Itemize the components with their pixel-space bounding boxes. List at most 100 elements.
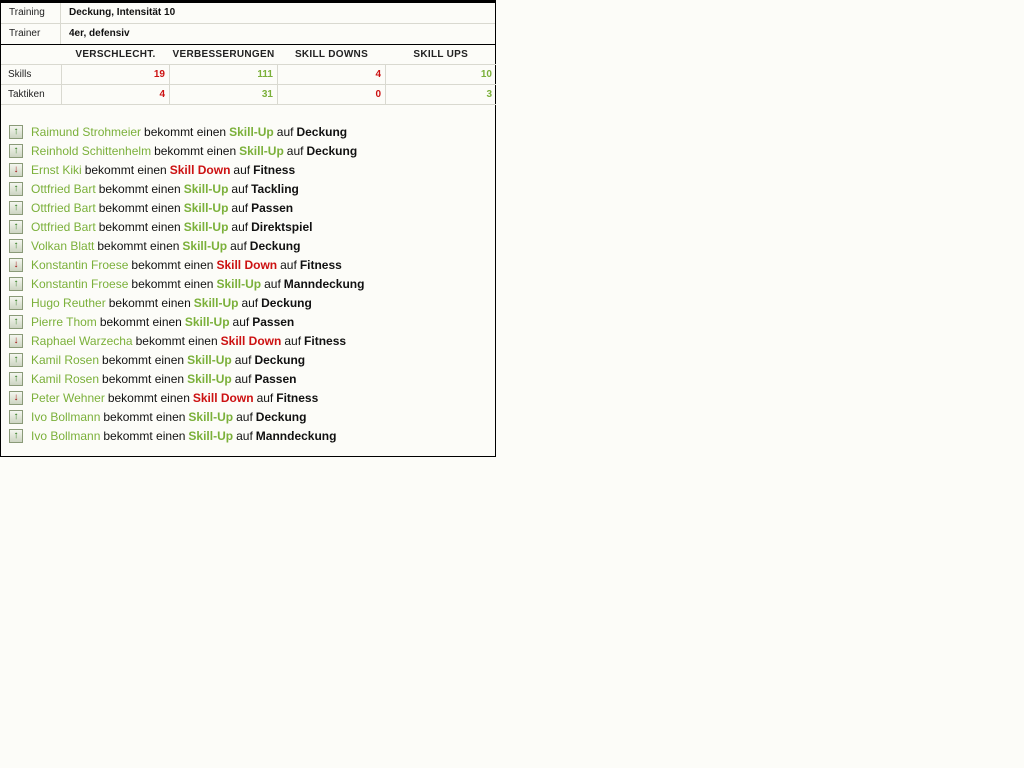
skill-name: Deckung: [254, 352, 306, 367]
trainer-label: Trainer: [1, 24, 61, 44]
skill-up-label: Skill-Up: [229, 124, 274, 139]
skill-event-item: ↑ Konstantin Froese bekommt einen Skill-Up a…: [9, 274, 495, 293]
stats-header-row: VERSCHLECHT. VERBESSERUNGEN SKILL DOWNS …: [1, 45, 496, 65]
stats-cell: 31: [169, 84, 278, 105]
skill-event-list: ↑ Raimund Strohmeier bekommt einen Skill-Up…: [1, 122, 495, 445]
stats-table: VERSCHLECHT. VERBESSERUNGEN SKILL DOWNS …: [1, 45, 496, 105]
skill-name: Deckung: [249, 238, 301, 253]
event-preposition: auf: [280, 257, 297, 272]
arrow-up-icon: ↑: [9, 200, 23, 215]
event-preposition: auf: [231, 200, 249, 215]
skill-event-item: ↓ Raphael Warzecha bekommt einen Skill Down…: [9, 331, 495, 350]
skill-down-label: Skill Down: [220, 333, 282, 348]
stats-cell: 4: [61, 84, 170, 105]
player-name-link[interactable]: Ivo Bollmann: [31, 429, 100, 443]
player-name-link[interactable]: Ivo Bollmann: [31, 410, 100, 424]
skill-event-item: ↑ Ottfried Bart bekommt einen Skill-Up auf Di…: [9, 217, 495, 236]
event-preposition: auf: [236, 428, 253, 443]
event-verb: bekommt einen: [84, 162, 167, 177]
skill-name: Fitness: [253, 162, 296, 177]
player-name-link[interactable]: Konstantin Froese: [31, 277, 128, 291]
player-name-link[interactable]: Ernst Kiki: [31, 163, 82, 177]
skill-name: Direktspiel: [251, 219, 313, 234]
skill-name: Deckung: [261, 295, 312, 310]
event-verb: bekommt einen: [103, 428, 186, 443]
skill-name: Passen: [251, 200, 294, 215]
skill-up-label: Skill-Up: [183, 181, 229, 196]
event-preposition: auf: [286, 143, 304, 158]
event-verb: bekommt einen: [99, 314, 182, 329]
skill-event-item: ↑ Kamil Rosen bekommt einen Skill-Up auf Pass…: [9, 369, 495, 388]
training-value: Deckung, Intensität 10: [69, 7, 176, 18]
stats-cell: 19: [61, 64, 170, 85]
stats-row-taktiken: Taktiken 4 31 0 3: [1, 84, 496, 105]
player-name-link[interactable]: Raphael Warzecha: [31, 334, 133, 348]
event-verb: bekommt einen: [102, 371, 185, 386]
event-verb: bekommt einen: [98, 181, 181, 196]
event-verb: bekommt einen: [144, 124, 227, 139]
training-row: Training Deckung, Intensität 10: [1, 3, 495, 24]
skill-event-item: ↑ Volkan Blatt bekommt einen Skill-Up auf Dec…: [9, 236, 495, 255]
skill-event-item: ↓ Ernst Kiki bekommt einen Skill Down auf Fit…: [9, 160, 495, 179]
arrow-down-icon: ↓: [9, 257, 23, 272]
arrow-up-icon: ↑: [9, 409, 23, 424]
player-name-link[interactable]: Ottfried Bart: [31, 182, 96, 196]
player-name-link[interactable]: Hugo Reuther: [31, 296, 106, 310]
player-name-link[interactable]: Kamil Rosen: [31, 353, 99, 367]
player-name-link[interactable]: Volkan Blatt: [31, 239, 94, 253]
player-name-link[interactable]: Reinhold Schittenhelm: [31, 144, 151, 158]
skill-name: Deckung: [306, 143, 358, 158]
training-label: Training: [1, 3, 61, 23]
stats-row-skills: Skills 19 111 4 10: [1, 64, 496, 85]
trainer-value: 4er, defensiv: [69, 28, 130, 39]
skill-up-label: Skill-Up: [187, 371, 232, 386]
skill-event-item: ↑ Raimund Strohmeier bekommt einen Skill-Up…: [9, 122, 495, 141]
arrow-down-icon: ↓: [9, 390, 23, 405]
stats-header-blank: [1, 45, 62, 65]
skill-event-item: ↓ Konstantin Froese bekommt einen Skill Dow…: [9, 255, 495, 274]
event-verb: bekommt einen: [98, 200, 181, 215]
arrow-up-icon: ↑: [9, 314, 23, 329]
stats-cell: 3: [385, 84, 496, 105]
event-preposition: auf: [264, 276, 281, 291]
skill-up-label: Skill-Up: [193, 295, 239, 310]
skill-event-item: ↑ Kamil Rosen bekommt einen Skill-Up auf Deck…: [9, 350, 495, 369]
skill-up-label: Skill-Up: [183, 200, 229, 215]
player-name-link[interactable]: Ottfried Bart: [31, 220, 96, 234]
skill-event-item: ↑ Ivo Bollmann bekommt einen Skill-Up auf Man…: [9, 426, 495, 445]
skill-name: Deckung: [296, 124, 348, 139]
skill-down-label: Skill Down: [192, 390, 254, 405]
event-preposition: auf: [231, 181, 249, 196]
arrow-up-icon: ↑: [9, 219, 23, 234]
player-name-link[interactable]: Pierre Thom: [31, 315, 97, 329]
event-preposition: auf: [236, 409, 253, 424]
event-preposition: auf: [284, 333, 302, 348]
skill-name: Fitness: [299, 257, 342, 272]
skill-event-item: ↓ Peter Wehner bekommt einen Skill Down auf F…: [9, 388, 495, 407]
stats-row-label: Skills: [1, 64, 62, 85]
event-verb: bekommt einen: [98, 219, 181, 234]
skill-up-label: Skill-Up: [188, 409, 234, 424]
arrow-up-icon: ↑: [9, 238, 23, 253]
arrow-up-icon: ↑: [9, 276, 23, 291]
arrow-up-icon: ↑: [9, 352, 23, 367]
stats-cell: 10: [385, 64, 496, 85]
player-name-link[interactable]: Ottfried Bart: [31, 201, 96, 215]
event-preposition: auf: [234, 371, 252, 386]
skill-name: Tackling: [251, 181, 299, 196]
skill-name: Passen: [252, 314, 295, 329]
player-name-link[interactable]: Kamil Rosen: [31, 372, 99, 386]
skill-name: Passen: [254, 371, 297, 386]
player-name-link[interactable]: Konstantin Froese: [31, 258, 128, 272]
stats-row-label: Taktiken: [1, 84, 62, 105]
arrow-up-icon: ↑: [9, 428, 23, 443]
skill-event-item: ↑ Ottfried Bart bekommt einen Skill-Up auf Pa…: [9, 198, 495, 217]
skill-name: Manndeckung: [255, 428, 337, 443]
stats-cell: 111: [169, 64, 278, 85]
skill-event-item: ↑ Pierre Thom bekommt einen Skill-Up auf Pass…: [9, 312, 495, 331]
event-verb: bekommt einen: [131, 257, 214, 272]
player-name-link[interactable]: Raimund Strohmeier: [31, 125, 141, 139]
player-name-link[interactable]: Peter Wehner: [31, 391, 105, 405]
skill-name: Fitness: [304, 333, 347, 348]
stats-header-skill-ups: SKILL UPS: [385, 45, 496, 65]
